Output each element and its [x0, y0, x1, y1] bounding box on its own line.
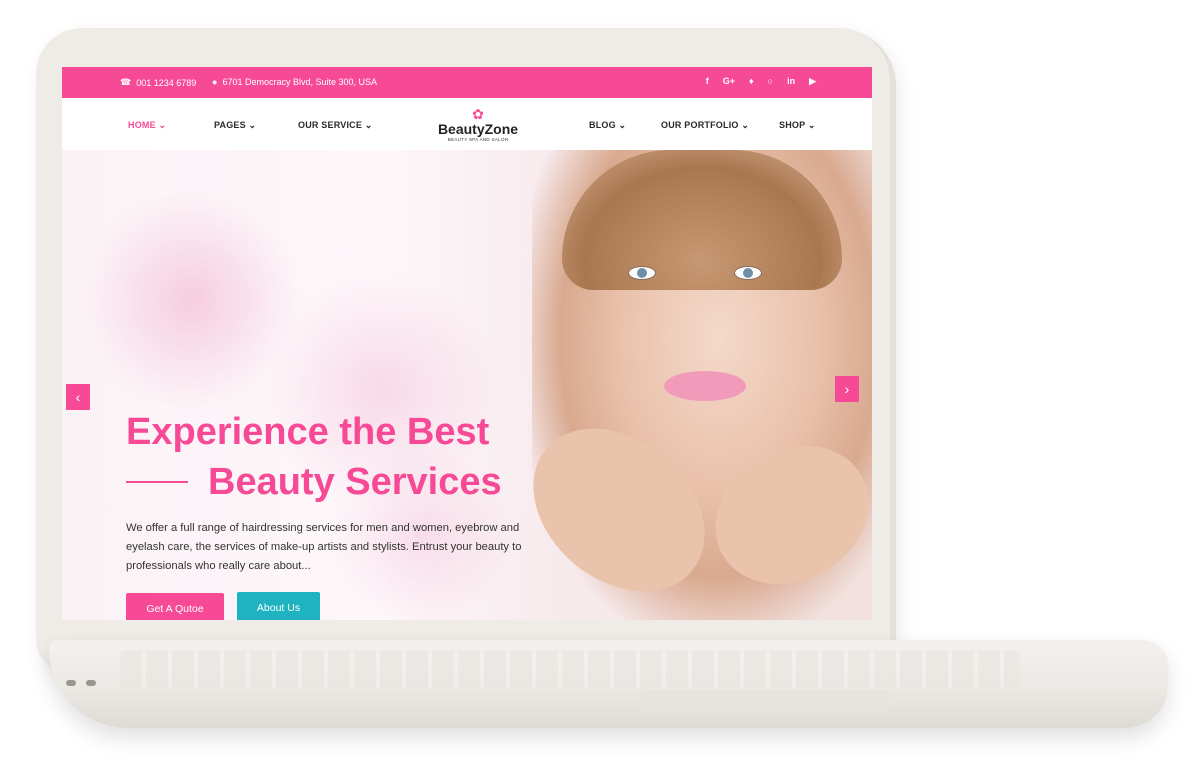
linkedin-icon[interactable]: in [787, 76, 795, 87]
top-bar: ☎ 001 1234 6789 ● 6701 Democracy Blvd, S… [62, 67, 872, 98]
address-info: ● 6701 Democracy Blvd, Suite 300, USA [212, 77, 377, 87]
chevron-down-icon: ⌄ [807, 120, 816, 130]
hero-slider: Experience the Best Beauty Services We o… [62, 150, 872, 620]
model-eye [628, 266, 656, 280]
nav-shop-label: SHOP [779, 120, 806, 130]
hero-headline: Experience the Best Beauty Services [126, 408, 502, 506]
chevron-down-icon: ⌄ [248, 120, 257, 130]
prev-slide-arrow-icon[interactable]: ‹ [66, 384, 90, 410]
nav-our-service-label: OUR SERVICE [298, 120, 363, 130]
hero-paragraph: We offer a full range of hairdressing se… [126, 522, 522, 572]
social-links: f G+ ♦ ○ in ▶ [706, 76, 816, 87]
chevron-down-icon: ⌄ [364, 120, 373, 130]
brand-name: BeautyZone [437, 121, 519, 137]
facebook-icon[interactable]: f [706, 76, 709, 87]
phone-icon: ☎ [120, 77, 132, 87]
headline-line2: Beauty Services [208, 461, 502, 503]
address-text: 6701 Democracy Blvd, Suite 300, USA [222, 77, 378, 87]
usb-port [86, 680, 96, 686]
nav-pages-label: PAGES [214, 120, 246, 130]
phone-number: 001 1234 6789 [136, 77, 197, 88]
brand-tagline: BEAUTY SPA AND SALON [447, 137, 509, 142]
nav-home[interactable]: HOME ⌄ [128, 120, 166, 131]
get-quote-button[interactable]: Get A Qutoe [126, 593, 224, 620]
nav-pages[interactable]: PAGES ⌄ [214, 120, 256, 131]
keyboard [120, 650, 1020, 688]
nav-blog[interactable]: BLOG ⌄ [589, 120, 626, 131]
lotus-icon: ✿ [472, 106, 484, 122]
model-lips [664, 371, 746, 401]
instagram-icon[interactable]: ○ [768, 76, 773, 87]
phone-info: ☎ 001 1234 6789 [120, 77, 196, 88]
headline-line1: Experience the Best [126, 411, 490, 453]
usb-port [66, 680, 76, 686]
chevron-down-icon: ⌄ [618, 120, 627, 130]
nav-shop[interactable]: SHOP ⌄ [779, 120, 816, 131]
map-marker-icon: ● [212, 77, 218, 87]
brand-logo[interactable]: ✿ BeautyZone BEAUTY SPA AND SALON [435, 107, 521, 147]
youtube-icon[interactable]: ▶ [809, 76, 816, 87]
nav-portfolio-label: OUR PORTFOLIO [661, 120, 739, 130]
website-screen: ☎ 001 1234 6789 ● 6701 Democracy Blvd, S… [62, 67, 872, 620]
google-plus-icon[interactable]: G+ [723, 76, 735, 87]
nav-portfolio[interactable]: OUR PORTFOLIO ⌄ [661, 120, 749, 131]
headline-line2-wrap: Beauty Services [126, 458, 502, 506]
about-us-button[interactable]: About Us [237, 592, 320, 620]
headline-dash [126, 481, 188, 483]
next-slide-arrow-icon[interactable]: › [835, 376, 859, 402]
touchpad [640, 690, 890, 712]
nav-our-service[interactable]: OUR SERVICE ⌄ [298, 120, 373, 131]
nav-home-label: HOME [128, 120, 156, 130]
chevron-down-icon: ⌄ [741, 120, 750, 130]
chevron-down-icon: ⌄ [158, 120, 167, 130]
twitter-icon[interactable]: ♦ [749, 76, 754, 87]
nav-blog-label: BLOG [589, 120, 616, 130]
model-eye [734, 266, 762, 280]
